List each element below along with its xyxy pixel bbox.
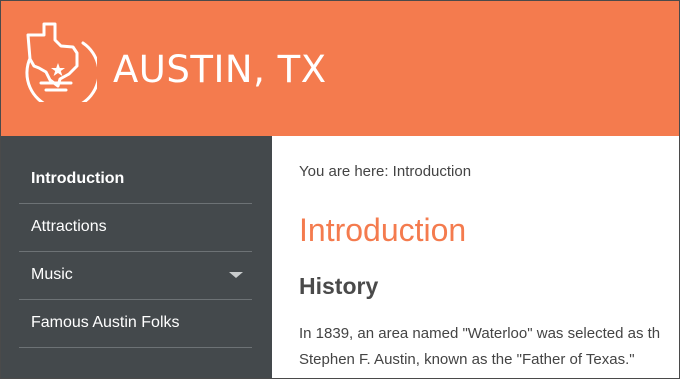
paragraph-line: In 1839, an area named "Waterloo" was se… <box>299 325 661 342</box>
caret-down-icon[interactable] <box>229 272 243 278</box>
sidebar-item-label: Introduction <box>31 170 125 187</box>
main-content: You are here: Introduction Introduction … <box>272 136 679 378</box>
texas-star-logo-icon[interactable] <box>15 20 97 102</box>
page-title: Introduction <box>299 212 467 248</box>
sidebar-item-label: Music <box>31 266 73 283</box>
breadcrumb: You are here: Introduction <box>299 163 472 180</box>
browser-frame: AUSTIN, TX Introduction Attractions Musi… <box>0 0 680 379</box>
sidebar-nav: Introduction Attractions Music Famous Au… <box>19 156 252 348</box>
sidebar-item-introduction[interactable]: Introduction <box>19 156 252 204</box>
sidebar-item-music[interactable]: Music <box>19 252 252 300</box>
site-title: AUSTIN, TX <box>113 48 327 91</box>
paragraph-line: Stephen F. Austin, known as the "Father … <box>299 351 635 368</box>
history-paragraph: In 1839, an area named "Waterloo" was se… <box>299 321 660 373</box>
sidebar-item-label: Attractions <box>31 218 107 235</box>
section-heading: History <box>299 273 379 299</box>
sidebar: Introduction Attractions Music Famous Au… <box>1 136 272 378</box>
site-header: AUSTIN, TX <box>1 1 679 136</box>
sidebar-item-label: Famous Austin Folks <box>31 314 180 331</box>
sidebar-item-famous-austin-folks[interactable]: Famous Austin Folks <box>19 300 252 348</box>
sidebar-item-attractions[interactable]: Attractions <box>19 204 252 252</box>
